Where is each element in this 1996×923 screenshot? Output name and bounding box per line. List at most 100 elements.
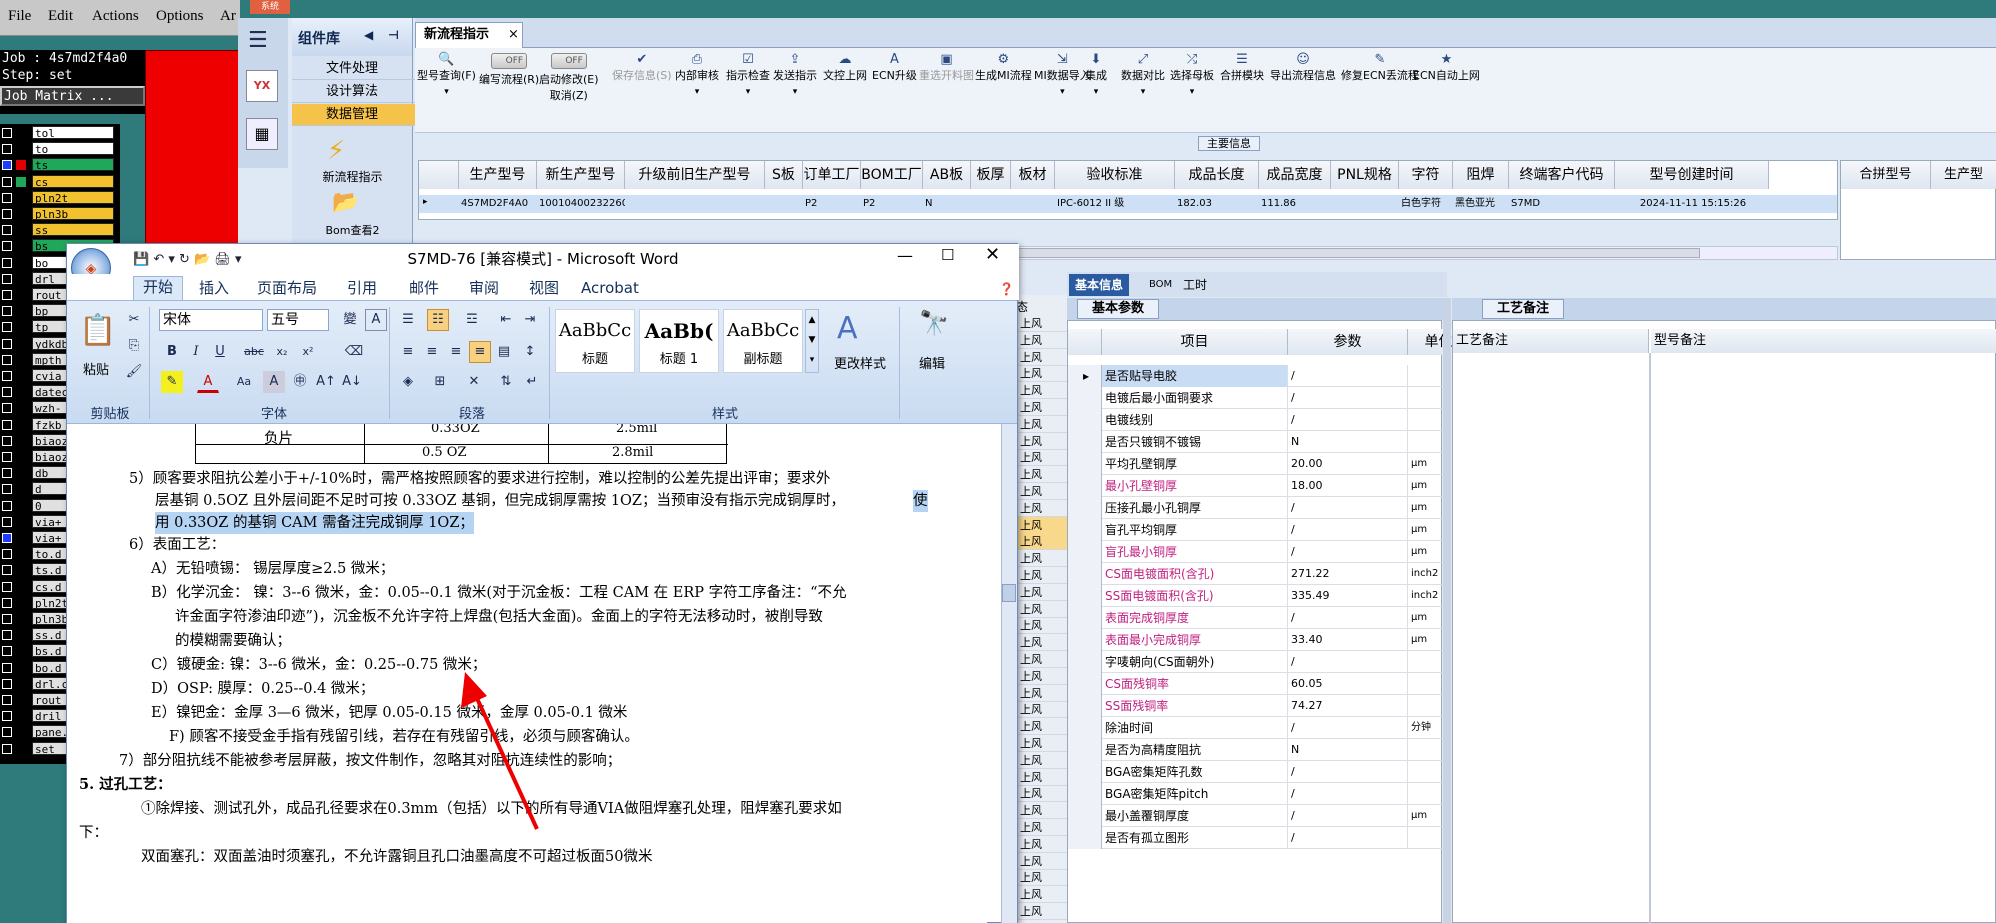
grid-cell[interactable]: 182.03 xyxy=(1177,195,1259,213)
param-value[interactable]: 60.05 xyxy=(1288,673,1408,695)
toggle-switch[interactable]: OFF xyxy=(491,53,528,69)
param-row[interactable]: ▸是否贴导电胶/Y xyxy=(1068,365,1510,387)
align-center-icon[interactable]: ≡ xyxy=(421,341,443,363)
layer-checkbox[interactable] xyxy=(2,322,12,333)
grid-header[interactable]: 成品宽度 xyxy=(1259,161,1331,189)
toolbar-button[interactable]: ⇪ 发送指示 ▾ xyxy=(773,52,817,100)
layer-name[interactable]: pln3b xyxy=(32,207,114,220)
process-remark-grid[interactable]: 工艺备注 型号备注 xyxy=(1452,320,1996,923)
param-row[interactable]: CS面残铜率60.05Y xyxy=(1068,673,1510,695)
layer-name[interactable]: to xyxy=(32,142,114,156)
grow-icon[interactable]: A↑ xyxy=(315,371,337,393)
param-value[interactable]: / xyxy=(1288,607,1408,629)
grid-header[interactable]: 字符 xyxy=(1399,161,1453,189)
grid-header[interactable]: 板厚 xyxy=(971,161,1011,189)
sort-icon[interactable]: ⇅ xyxy=(495,371,517,393)
font-name-select[interactable]: 宋体 xyxy=(159,309,263,331)
layer-checkbox[interactable] xyxy=(2,533,12,543)
borders-icon[interactable]: ⊞ xyxy=(429,371,451,393)
param-row[interactable]: 电镀后最小面铜要求/Y xyxy=(1068,387,1510,409)
toolbar-button[interactable]: ✎ 修复ECN丢流程 xyxy=(1341,52,1419,84)
toolbar-button[interactable]: ⤮ 选择母板 ▾ xyxy=(1170,52,1214,100)
layer-name[interactable]: pln2t xyxy=(32,190,114,204)
layer-checkbox[interactable] xyxy=(2,144,12,155)
layer-checkbox[interactable] xyxy=(2,662,12,673)
strikethrough-icon[interactable]: abc xyxy=(243,341,265,363)
grid-header[interactable]: 板材 xyxy=(1011,161,1055,189)
layer-checkbox[interactable] xyxy=(2,452,12,462)
layer-row[interactable]: pln3b xyxy=(0,207,120,221)
menu-icon[interactable]: ☰ xyxy=(248,28,268,53)
dropdown-arrow-icon[interactable]: ▾ xyxy=(1034,84,1091,100)
grid-header[interactable]: 升级前旧生产型号 xyxy=(625,161,765,189)
dropdown-arrow-icon[interactable]: ▾ xyxy=(675,84,719,100)
decrease-indent-icon[interactable]: ⇤ xyxy=(495,309,517,331)
param-value[interactable]: 20.00 xyxy=(1288,453,1408,475)
grid-header[interactable]: 阻焊 xyxy=(1453,161,1509,189)
word-tab[interactable]: 邮件 xyxy=(409,278,439,298)
word-tab[interactable]: 页面布局 xyxy=(257,278,317,298)
layer-name[interactable]: ss xyxy=(32,223,114,237)
toolbar-button[interactable]: ▣ 重选开料图 xyxy=(919,52,974,84)
layer-checkbox[interactable] xyxy=(2,209,12,219)
toolbar-button[interactable]: ⚙ 生成MI流程 xyxy=(975,52,1032,84)
clear-format-icon[interactable]: ⌫ xyxy=(343,341,365,363)
pin-icon[interactable]: ⊣ xyxy=(388,28,399,42)
layer-checkbox[interactable] xyxy=(2,387,12,398)
param-value[interactable]: / xyxy=(1288,651,1408,673)
grid-header[interactable]: 生产型号 xyxy=(459,161,537,189)
word-vscroll[interactable] xyxy=(1001,424,1017,923)
yx-icon[interactable]: YX xyxy=(246,70,278,102)
layer-checkbox[interactable] xyxy=(2,484,12,495)
underline-icon[interactable]: U xyxy=(209,341,231,363)
toolbar-button[interactable]: ☰ 合拼模块 xyxy=(1220,52,1264,84)
toolbar-button[interactable]: ☺ 导出流程信息 xyxy=(1270,52,1336,84)
job-matrix-button[interactable]: Job Matrix ... xyxy=(0,86,145,106)
layer-checkbox[interactable] xyxy=(2,273,12,284)
param-value[interactable]: 271.22 xyxy=(1288,563,1408,585)
toolbar-button[interactable]: ⬇ 集成 ▾ xyxy=(1085,52,1107,100)
layer-checkbox[interactable] xyxy=(2,176,12,187)
param-row[interactable]: 表面最小完成铜厚33.40μmY xyxy=(1068,629,1510,651)
param-grid[interactable]: 项目参数单位修改▸是否贴导电胶/Y电镀后最小面铜要求/Y电镀线别/Y是否只镀铜不… xyxy=(1067,320,1510,923)
tab-bom[interactable]: BOM xyxy=(1143,274,1178,296)
param-value[interactable]: / xyxy=(1288,409,1408,431)
toolbar-button[interactable]: ✔ 保存信息(S) xyxy=(612,52,672,84)
toolbar-button[interactable]: ★ ECN自动上网 xyxy=(1413,52,1480,84)
param-value[interactable]: 74.27 xyxy=(1288,695,1408,717)
param-value[interactable]: / xyxy=(1288,827,1408,849)
tab-basic-param[interactable]: 基本参数 xyxy=(1077,299,1160,319)
layer-checkbox[interactable] xyxy=(2,614,12,624)
param-row[interactable]: 除油时间/分钟Y xyxy=(1068,717,1510,739)
layer-name[interactable]: tol xyxy=(32,126,114,139)
layer-row[interactable]: pln2t xyxy=(0,190,120,205)
layer-checkbox[interactable] xyxy=(2,743,12,754)
bold-icon[interactable]: B xyxy=(161,341,183,363)
align-right-icon[interactable]: ≡ xyxy=(445,341,467,363)
layer-checkbox[interactable] xyxy=(2,419,12,430)
menu-actions[interactable]: Actions xyxy=(92,8,139,25)
toolbar-button[interactable]: ☁ 文控上网 xyxy=(823,52,867,84)
grid-header[interactable]: 型号创建时间 xyxy=(1615,161,1769,189)
toolbar-button[interactable]: OFF 编写流程(R) xyxy=(479,52,539,88)
param-row[interactable]: 压接孔最小孔铜厚/μmY xyxy=(1068,497,1510,519)
param-value[interactable]: / xyxy=(1288,783,1408,805)
param-value[interactable]: 18.00 xyxy=(1288,475,1408,497)
quick-access-icons[interactable]: 💾 ↶ ▾ ↻ 📂 🖨 ▾ xyxy=(133,252,242,267)
layer-checkbox[interactable] xyxy=(2,565,12,576)
layer-checkbox[interactable] xyxy=(2,435,12,446)
grid-header[interactable]: S板 xyxy=(765,161,803,189)
bullets-icon[interactable]: ☰ xyxy=(397,309,419,331)
word-tab[interactable]: 视图 xyxy=(529,278,559,298)
change-case-icon[interactable]: Aa xyxy=(233,371,255,393)
toolbar-button[interactable]: 🔍 型号查询(F) ▾ xyxy=(417,52,476,100)
shrink-icon[interactable]: A↓ xyxy=(341,371,363,393)
tab-basic-info[interactable]: 基本信息 xyxy=(1069,274,1130,296)
layer-checkbox[interactable] xyxy=(2,516,12,527)
grid-cell[interactable]: IPC-6012 II 级 xyxy=(1057,195,1175,213)
menu-edit[interactable]: Edit xyxy=(48,8,73,25)
word-tab[interactable]: 开始 xyxy=(133,276,184,300)
layer-row[interactable]: ts xyxy=(0,158,120,172)
style-subtitle[interactable]: AaBbCc 副标题 xyxy=(723,309,803,373)
font-color-icon[interactable]: A xyxy=(197,371,219,393)
